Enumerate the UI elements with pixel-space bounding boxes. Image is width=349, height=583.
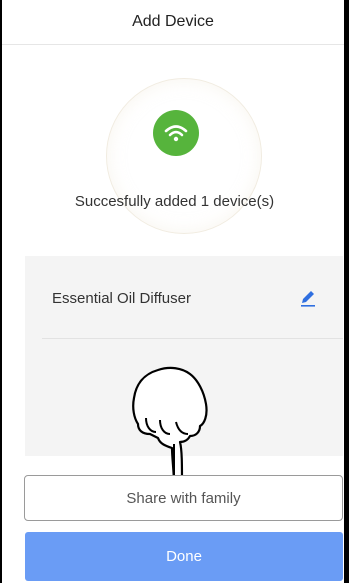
pointing-hand-icon [126,360,216,490]
device-name: Essential Oil Diffuser [52,289,191,307]
share-with-family-button[interactable]: Share with family [24,475,343,521]
success-message: Succesfully added 1 device(s) [74,193,275,210]
pencil-icon[interactable] [297,287,319,309]
success-ring [106,78,262,234]
header-bar: Add Device [2,0,344,45]
divider [42,338,343,339]
device-row[interactable]: Essential Oil Diffuser [25,278,343,318]
wifi-icon [153,110,199,156]
done-button[interactable]: Done [25,532,343,581]
page-title: Add Device [132,13,214,30]
